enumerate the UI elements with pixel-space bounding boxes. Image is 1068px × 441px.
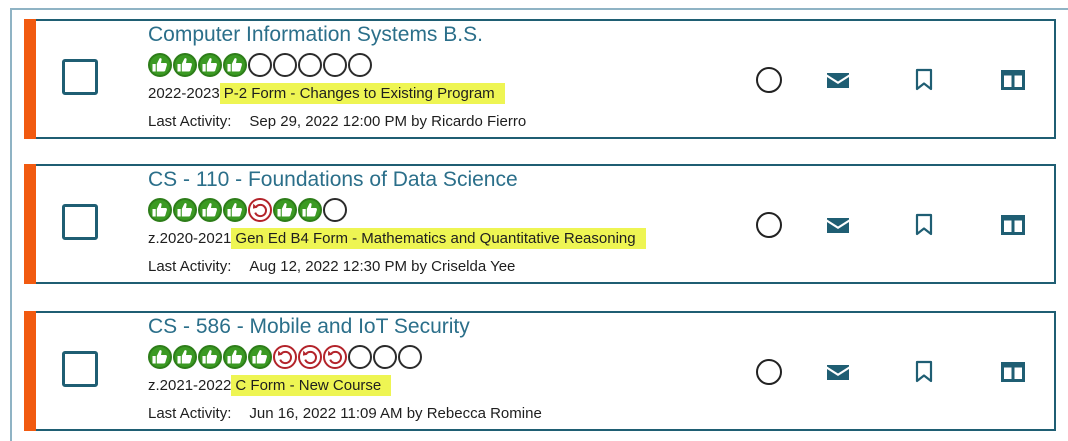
envelope-icon[interactable] bbox=[826, 363, 850, 386]
academic-year: 2022-2023 bbox=[148, 85, 220, 102]
thumbs-up-icon bbox=[198, 198, 222, 222]
last-activity-value: Sep 29, 2022 12:00 PM by Ricardo Fierro bbox=[249, 113, 527, 130]
thumbs-up-icon bbox=[148, 198, 172, 222]
last-activity-label: Last Activity: bbox=[148, 258, 232, 275]
last-activity: Last Activity: Sep 29, 2022 12:00 PM by R… bbox=[148, 113, 526, 130]
academic-year: z.2020-2021 bbox=[148, 230, 232, 247]
thumbs-up-icon bbox=[198, 345, 222, 369]
circle-icon[interactable] bbox=[756, 67, 782, 93]
list-frame-left bbox=[10, 8, 12, 441]
form-line: 2022-2023 P-2 Form - Changes to Existing … bbox=[148, 83, 505, 104]
approval-progress bbox=[148, 198, 347, 224]
undo-icon bbox=[273, 345, 297, 369]
select-checkbox[interactable] bbox=[62, 204, 98, 240]
form-line: z.2021-2022 C Form - New Course bbox=[148, 375, 392, 396]
envelope-icon[interactable] bbox=[826, 216, 850, 239]
academic-year: z.2021-2022 bbox=[148, 377, 232, 394]
columns-icon[interactable] bbox=[1001, 215, 1025, 240]
last-activity: Last Activity: Jun 16, 2022 11:09 AM by R… bbox=[148, 405, 542, 422]
pending-circle-icon bbox=[248, 53, 272, 77]
thumbs-up-icon bbox=[223, 198, 247, 222]
circle-icon[interactable] bbox=[756, 359, 782, 385]
card-accent-bar bbox=[24, 164, 36, 284]
pending-circle-icon bbox=[348, 53, 372, 77]
undo-icon bbox=[323, 345, 347, 369]
select-checkbox[interactable] bbox=[62, 59, 98, 95]
last-activity-label: Last Activity: bbox=[148, 113, 232, 130]
form-type: Gen Ed B4 Form - Mathematics and Quantit… bbox=[231, 228, 646, 249]
thumbs-up-icon bbox=[248, 345, 272, 369]
last-activity: Last Activity: Aug 12, 2022 12:30 PM by C… bbox=[148, 258, 515, 275]
pending-circle-icon bbox=[273, 53, 297, 77]
envelope-icon[interactable] bbox=[826, 71, 850, 94]
proposal-card: Computer Information Systems B.S. 2022-2… bbox=[24, 19, 1056, 139]
proposal-card: CS - 586 - Mobile and IoT Security z.202… bbox=[24, 311, 1056, 431]
pending-circle-icon bbox=[373, 345, 397, 369]
proposal-title[interactable]: Computer Information Systems B.S. bbox=[148, 23, 483, 47]
pending-circle-icon bbox=[323, 198, 347, 222]
thumbs-up-icon bbox=[173, 345, 197, 369]
list-frame-top bbox=[10, 8, 1068, 10]
card-accent-bar bbox=[24, 311, 36, 431]
undo-icon bbox=[298, 345, 322, 369]
select-checkbox[interactable] bbox=[62, 351, 98, 387]
form-type: P-2 Form - Changes to Existing Program bbox=[219, 83, 505, 104]
bookmark-icon[interactable] bbox=[915, 68, 933, 97]
thumbs-up-icon bbox=[198, 53, 222, 77]
pending-circle-icon bbox=[348, 345, 372, 369]
thumbs-up-icon bbox=[223, 345, 247, 369]
bookmark-icon[interactable] bbox=[915, 360, 933, 389]
approval-progress bbox=[148, 345, 422, 371]
thumbs-up-icon bbox=[298, 198, 322, 222]
thumbs-up-icon bbox=[148, 345, 172, 369]
proposal-card: CS - 110 - Foundations of Data Science z… bbox=[24, 164, 1056, 284]
thumbs-up-icon bbox=[148, 53, 172, 77]
thumbs-up-icon bbox=[223, 53, 247, 77]
columns-icon[interactable] bbox=[1001, 70, 1025, 95]
thumbs-up-icon bbox=[273, 198, 297, 222]
circle-icon[interactable] bbox=[756, 212, 782, 238]
approval-progress bbox=[148, 53, 372, 79]
last-activity-value: Aug 12, 2022 12:30 PM by Criselda Yee bbox=[249, 258, 516, 275]
form-line: z.2020-2021 Gen Ed B4 Form - Mathematics … bbox=[148, 228, 646, 249]
thumbs-up-icon bbox=[173, 198, 197, 222]
bookmark-icon[interactable] bbox=[915, 213, 933, 242]
proposal-title[interactable]: CS - 586 - Mobile and IoT Security bbox=[148, 315, 470, 339]
pending-circle-icon bbox=[298, 53, 322, 77]
form-type: C Form - New Course bbox=[231, 375, 392, 396]
columns-icon[interactable] bbox=[1001, 362, 1025, 387]
last-activity-value: Jun 16, 2022 11:09 AM by Rebecca Romine bbox=[249, 405, 542, 422]
pending-circle-icon bbox=[323, 53, 347, 77]
proposal-title[interactable]: CS - 110 - Foundations of Data Science bbox=[148, 168, 518, 192]
undo-icon bbox=[248, 198, 272, 222]
thumbs-up-icon bbox=[173, 53, 197, 77]
card-accent-bar bbox=[24, 19, 36, 139]
last-activity-label: Last Activity: bbox=[148, 405, 232, 422]
pending-circle-icon bbox=[398, 345, 422, 369]
